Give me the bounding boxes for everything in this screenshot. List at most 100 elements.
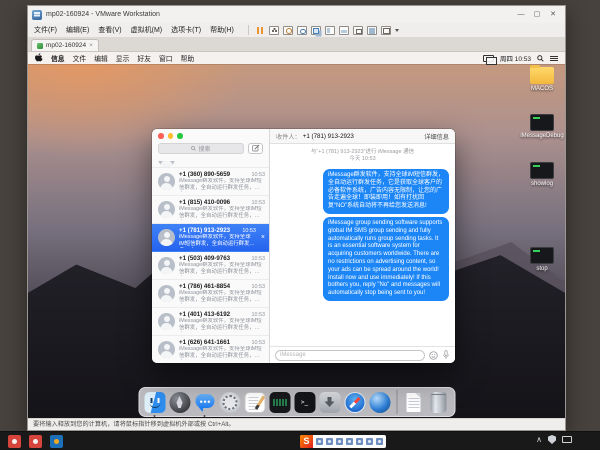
- sogou-tool-icon[interactable]: [346, 438, 353, 445]
- macos-menu-item[interactable]: 窗口: [159, 53, 173, 63]
- sogou-logo-icon[interactable]: S: [300, 435, 313, 448]
- desktop-icon[interactable]: MACOS: [520, 67, 564, 92]
- vmware-menu-item[interactable]: 查看(V): [98, 25, 121, 35]
- avatar: [158, 161, 175, 167]
- desktop-icon[interactable]: showlog: [520, 162, 564, 187]
- dock-item[interactable]: [294, 392, 315, 413]
- conversation-row[interactable]: +1 (503) 409-9763 10:53 iMessage群发软件，支持全…: [152, 252, 269, 280]
- vmware-toolbar-icon[interactable]: [339, 26, 349, 35]
- taskbar-app-icon[interactable]: [50, 435, 63, 448]
- vmware-menu-item[interactable]: 选项卡(T): [171, 25, 201, 35]
- chevron-down-icon[interactable]: [395, 29, 399, 32]
- macos-menu-item[interactable]: 编辑: [94, 53, 108, 63]
- taskbar-app-icon[interactable]: [8, 435, 21, 448]
- vmware-menu-item[interactable]: 编辑(E): [66, 25, 89, 35]
- tray-caret-icon[interactable]: ∧: [536, 435, 542, 444]
- conversation-row[interactable]: +1 (626) 641-1661 10:53 iMessage群发软件，支持全…: [152, 336, 269, 363]
- close-window-icon[interactable]: [158, 133, 164, 139]
- search-input[interactable]: 搜索: [158, 143, 244, 154]
- sogou-tool-icon[interactable]: [356, 438, 363, 445]
- notification-center-icon[interactable]: [550, 55, 558, 62]
- conversation-row[interactable]: +1 (815) 410-0096 10:53 iMessage群发软件，支持全…: [152, 196, 269, 224]
- conversation-pane: 搜索: [152, 129, 270, 363]
- apple-menu-icon[interactable]: [35, 53, 43, 63]
- dock-item[interactable]: [403, 392, 424, 413]
- dock-item[interactable]: [269, 392, 290, 413]
- vm-tab[interactable]: mp02-160924 ×: [31, 39, 99, 51]
- dock-app-icon: [144, 392, 165, 413]
- dock-item[interactable]: [394, 392, 399, 413]
- minimize-button[interactable]: —: [513, 8, 529, 22]
- zoom-window-icon[interactable]: [177, 133, 183, 139]
- dock-item[interactable]: [219, 392, 240, 413]
- vmware-menu-item[interactable]: 帮助(H): [210, 25, 234, 35]
- conversation-preview: iMessage群发软件，支持全球iM短信群发，全自动运行群发任务，它…: [179, 318, 265, 331]
- search-icon: [191, 146, 196, 151]
- dock-item[interactable]: [169, 392, 190, 413]
- vmware-menu-item[interactable]: 虚拟机(M): [131, 25, 163, 35]
- taskbar-app-icon[interactable]: [29, 435, 42, 448]
- security-tray-icon[interactable]: [548, 435, 556, 444]
- compose-pencil-icon: [252, 144, 260, 152]
- macos-menu-item[interactable]: 好友: [137, 53, 151, 63]
- conversation-row[interactable]: +1 (401) 413-6192 10:53 iMessage群发软件，支持全…: [152, 308, 269, 336]
- display-mirroring-icon[interactable]: [483, 55, 494, 62]
- sogou-tool-icon[interactable]: [366, 438, 373, 445]
- desktop-icon[interactable]: stop: [520, 247, 564, 272]
- macos-menu-item[interactable]: 帮助: [181, 53, 195, 63]
- vmware-toolbar-icon[interactable]: [269, 26, 279, 35]
- vmware-menu-item[interactable]: 文件(F): [34, 25, 57, 35]
- microphone-icon[interactable]: [442, 350, 450, 360]
- emoji-icon[interactable]: [429, 351, 438, 360]
- conversation-row[interactable]: +1 (786) 461-8854 10:53 iMessage群发软件，支持全…: [152, 280, 269, 308]
- maximize-button[interactable]: ▢: [529, 8, 545, 22]
- message-input[interactable]: iMessage: [275, 350, 425, 361]
- macos-menu-item[interactable]: 文件: [73, 53, 87, 63]
- message-input-bar: iMessage: [270, 346, 455, 363]
- compose-button[interactable]: [248, 143, 263, 154]
- details-button[interactable]: 详细信息: [424, 132, 449, 141]
- vmware-toolbar-icon[interactable]: [353, 26, 363, 35]
- minimize-window-icon[interactable]: [168, 133, 174, 139]
- close-conversation-icon[interactable]: ×: [260, 234, 265, 241]
- dock-item[interactable]: [244, 392, 265, 413]
- vmware-toolbar-icon[interactable]: [311, 26, 321, 35]
- dock-item[interactable]: [344, 392, 365, 413]
- vm-tab-label: mp02-160924: [46, 42, 86, 49]
- sogou-tool-icon[interactable]: [376, 438, 383, 445]
- dock-item[interactable]: [369, 392, 390, 413]
- vmware-toolbar-icon[interactable]: [256, 26, 265, 35]
- vmware-titlebar[interactable]: mp02-160924 - VMware Workstation — ▢ ✕: [28, 6, 565, 23]
- conversation-row[interactable]: ×: [152, 161, 269, 168]
- dock-item[interactable]: [319, 392, 340, 413]
- vmware-window-title: mp02-160924 - VMware Workstation: [46, 11, 513, 18]
- recipient-field[interactable]: +1 (781) 913-2923: [303, 133, 354, 140]
- display-tray-icon[interactable]: [562, 436, 572, 443]
- vmware-toolbar-icon[interactable]: [325, 26, 335, 35]
- tab-close-icon[interactable]: ×: [89, 42, 93, 49]
- vmware-toolbar-icon[interactable]: [297, 26, 307, 35]
- dock-item[interactable]: [144, 392, 165, 413]
- close-button[interactable]: ✕: [545, 8, 561, 22]
- menubar-clock[interactable]: 周四 10:53: [500, 53, 531, 63]
- vmware-toolbar-icon[interactable]: [367, 26, 377, 35]
- macos-menu-item[interactable]: 显示: [116, 53, 130, 63]
- sogou-tool-icon[interactable]: [336, 438, 343, 445]
- conversation-row[interactable]: +1 (781) 913-2923 10:53 iMessage群发软件，支持全…: [152, 224, 269, 252]
- dock-item[interactable]: [428, 392, 449, 413]
- conversation-row[interactable]: +1 (360) 890-5659 10:53 iMessage群发软件，支持全…: [152, 168, 269, 196]
- vm-guest-screen[interactable]: 信息文件编辑显示好友窗口帮助 周四 10:53 MACOS: [28, 52, 565, 420]
- macos-menu-item[interactable]: 信息: [51, 53, 65, 63]
- chat-transcript[interactable]: 与“+1 (781) 913-2923”进行 iMessage 通信 今天 10…: [270, 144, 455, 346]
- desktop-icon[interactable]: iMessageDebug: [520, 114, 564, 139]
- dock-item[interactable]: [194, 392, 215, 413]
- sogou-input-bar[interactable]: S: [300, 435, 386, 448]
- vmware-toolbar-icon[interactable]: [381, 26, 391, 35]
- sogou-tool-icon[interactable]: [326, 438, 333, 445]
- sogou-tool-icon[interactable]: [316, 438, 323, 445]
- avatar: [158, 229, 175, 246]
- desktop-icon-art: [530, 114, 554, 131]
- desktop-icon-label: iMessageDebug: [520, 133, 564, 139]
- spotlight-search-icon[interactable]: [537, 55, 544, 62]
- vmware-toolbar-icon[interactable]: [283, 26, 293, 35]
